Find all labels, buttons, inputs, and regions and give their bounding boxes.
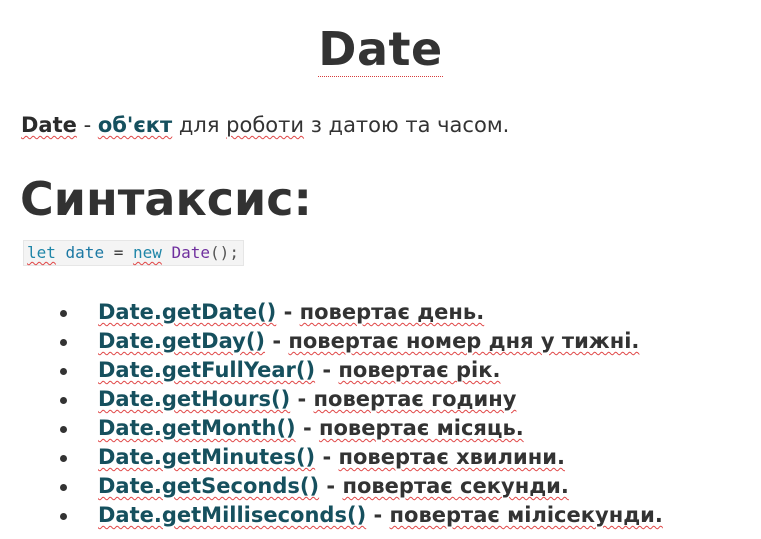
code-keyword-let: let	[27, 243, 56, 262]
bullet-icon	[60, 310, 67, 317]
method-name-link[interactable]: Date.getMinutes() - повертає хвилини.	[98, 443, 565, 472]
document-page: Date Date - об'єкт для роботи з датою та…	[0, 0, 761, 539]
page-title-text: Date	[318, 22, 443, 77]
code-punctuation: ();	[210, 243, 239, 262]
intro-text-2: роботи	[226, 113, 305, 137]
code-class-name: Date	[171, 243, 211, 262]
code-variable: date	[55, 243, 114, 262]
method-name-link[interactable]: Date.getFullYear() - повертає рік.	[98, 356, 501, 385]
intro-paragraph: Date - об'єкт для роботи з датою та часо…	[21, 113, 509, 137]
code-keyword-new: new	[132, 243, 162, 262]
object-link[interactable]: об'єкт	[98, 113, 172, 137]
bullet-icon	[60, 513, 67, 520]
bullet-icon	[60, 368, 67, 375]
bullet-icon	[60, 397, 67, 404]
method-name-link[interactable]: Date.getDay() - повертає номер дня у тиж…	[98, 327, 639, 356]
intro-text-1: для	[172, 113, 227, 137]
intro-dash: -	[76, 113, 98, 137]
code-operator: =	[113, 243, 133, 262]
bullet-icon	[60, 455, 67, 462]
method-name-link[interactable]: Date.getMonth() - повертає місяць.	[98, 414, 524, 443]
bullet-icon	[60, 484, 67, 491]
intro-text-3: з датою та часом.	[304, 113, 510, 137]
method-name-link[interactable]: Date.getSeconds() - повертає секунди.	[98, 472, 569, 501]
page-title: Date	[0, 22, 761, 77]
intro-term: Date	[21, 113, 77, 137]
method-name-link[interactable]: Date.getHours() - повертає годину	[98, 385, 516, 414]
bullet-icon	[60, 339, 67, 346]
bullet-icon	[60, 426, 67, 433]
method-name-link[interactable]: Date.getDate() - повертає день.	[98, 298, 484, 327]
method-name-link[interactable]: Date.getMilliseconds() - повертає мілісе…	[98, 501, 663, 530]
code-snippet: let date = new Date();	[23, 240, 244, 266]
syntax-heading: Синтаксис:	[20, 172, 312, 226]
